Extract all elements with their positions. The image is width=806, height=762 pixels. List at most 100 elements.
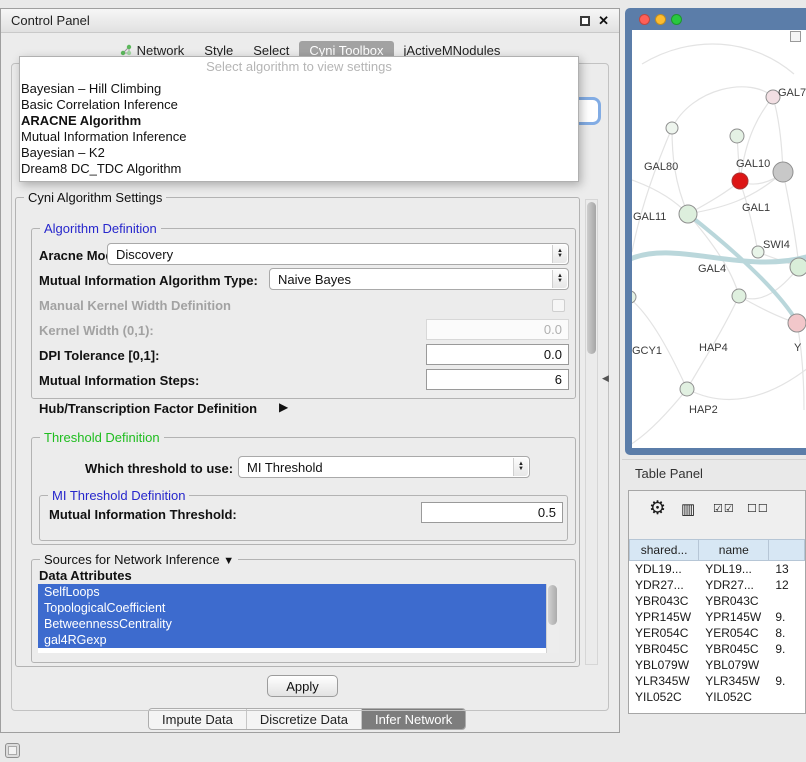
- data-attribute-item[interactable]: SelfLoops: [38, 584, 546, 600]
- network-node[interactable]: [788, 314, 806, 332]
- algorithm-option-dream8-dc-tdc-algorithm[interactable]: Dream8 DC_TDC Algorithm: [20, 161, 578, 177]
- algorithm-option-mutual-information-inference[interactable]: Mutual Information Inference: [20, 129, 578, 145]
- column-header-name[interactable]: name: [699, 539, 769, 561]
- table-row[interactable]: YBR045CYBR045C9.: [629, 641, 805, 657]
- table-cell[interactable]: 13: [769, 561, 805, 577]
- table-cell[interactable]: [769, 593, 805, 609]
- table-cell[interactable]: YBR045C: [699, 641, 769, 657]
- data-attribute-item[interactable]: BetweennessCentrality: [38, 616, 546, 632]
- table-cell[interactable]: YDR27...: [699, 577, 769, 593]
- bottom-tab-infer-network[interactable]: Infer Network: [361, 709, 465, 729]
- table-cell[interactable]: YBR043C: [699, 593, 769, 609]
- select-all-icon[interactable]: ☑☑: [713, 504, 735, 515]
- network-node[interactable]: [730, 129, 744, 143]
- network-edge[interactable]: [687, 368, 806, 400]
- network-node[interactable]: [679, 205, 697, 223]
- column-header-col-2[interactable]: [769, 539, 805, 561]
- table-cell[interactable]: YDL19...: [629, 561, 699, 577]
- table-cell[interactable]: 9.: [769, 609, 805, 625]
- settings-scrollbar[interactable]: [585, 199, 598, 665]
- splitter-collapse-icon[interactable]: ◀: [602, 373, 609, 384]
- control-panel-titlebar[interactable]: Control Panel ✕: [1, 9, 619, 33]
- scrollbar-thumb[interactable]: [548, 585, 557, 625]
- deselect-all-icon[interactable]: ☐☐: [747, 504, 769, 515]
- table-row[interactable]: YDL19...YDL19...13: [629, 561, 805, 577]
- bottom-tab-impute-data[interactable]: Impute Data: [149, 709, 246, 729]
- network-edge[interactable]: [632, 297, 687, 389]
- network-canvas-area[interactable]: GAL7GAL80GAL10GAL11GAL1SWI4GAL4GCY1HAP4Y…: [632, 30, 806, 448]
- table-row[interactable]: YLR345WYLR345W9.: [629, 673, 805, 689]
- network-edge[interactable]: [797, 323, 804, 410]
- algorithm-option-bayesian-hill-climbing[interactable]: Bayesian – Hill Climbing: [20, 81, 578, 97]
- mi-type-select[interactable]: Naive Bayes ▲▼: [269, 268, 569, 290]
- aracne-mode-select[interactable]: Discovery ▲▼: [107, 243, 569, 265]
- data-attribute-item[interactable]: TopologicalCoefficient: [38, 600, 546, 616]
- table-cell[interactable]: [769, 689, 805, 705]
- table-cell[interactable]: YIL052C: [629, 689, 699, 705]
- table-cell[interactable]: YDR27...: [629, 577, 699, 593]
- table-row[interactable]: YER054CYER054C8.: [629, 625, 805, 641]
- table-cell[interactable]: 9.: [769, 673, 805, 689]
- apply-button[interactable]: Apply: [267, 675, 338, 697]
- table-row[interactable]: YPR145WYPR145W9.: [629, 609, 805, 625]
- bottom-tab-discretize-data[interactable]: Discretize Data: [246, 709, 361, 729]
- table-cell[interactable]: YBR045C: [629, 641, 699, 657]
- table-cell[interactable]: YLR345W: [699, 673, 769, 689]
- network-node[interactable]: [632, 291, 636, 303]
- algorithm-option-basic-correlation-inference[interactable]: Basic Correlation Inference: [20, 97, 578, 113]
- table-row[interactable]: YBL079WYBL079W: [629, 657, 805, 673]
- network-node[interactable]: [732, 289, 746, 303]
- table-cell[interactable]: 9.: [769, 641, 805, 657]
- network-edge[interactable]: [642, 44, 794, 74]
- table-cell[interactable]: YDL19...: [699, 561, 769, 577]
- table-cell[interactable]: YBL079W: [629, 657, 699, 673]
- algorithm-option-aracne-algorithm[interactable]: ARACNE Algorithm: [20, 113, 578, 129]
- manual-kernel-checkbox[interactable]: [552, 299, 565, 312]
- column-view-icon[interactable]: ▥: [681, 502, 696, 517]
- table-row[interactable]: YDR27...YDR27...12: [629, 577, 805, 593]
- gear-icon[interactable]: ⚙: [649, 499, 667, 518]
- close-traffic-button[interactable]: [639, 14, 650, 25]
- data-attributes-list[interactable]: SelfLoopsTopologicalCoefficientBetweenne…: [38, 584, 559, 653]
- column-header-shared[interactable]: shared...: [629, 539, 699, 561]
- kernel-width-input[interactable]: [426, 319, 569, 340]
- table-cell[interactable]: YPR145W: [699, 609, 769, 625]
- table-cell[interactable]: YBL079W: [699, 657, 769, 673]
- network-edge[interactable]: [739, 267, 799, 299]
- zoom-traffic-button[interactable]: [671, 14, 682, 25]
- table-row[interactable]: YBR043CYBR043C: [629, 593, 805, 609]
- dpi-tolerance-input[interactable]: [426, 344, 569, 365]
- network-edge[interactable]: [773, 97, 783, 172]
- mi-steps-input[interactable]: [426, 369, 569, 390]
- network-edge[interactable]: [632, 180, 688, 214]
- float-window-icon[interactable]: [580, 16, 590, 26]
- algorithm-option-bayesian-k2[interactable]: Bayesian – K2: [20, 145, 578, 161]
- table-cell[interactable]: 12: [769, 577, 805, 593]
- data-attribute-item[interactable]: gal4RGexp: [38, 632, 546, 648]
- table-cell[interactable]: YER054C: [629, 625, 699, 641]
- attribute-list-scrollbar[interactable]: [546, 584, 559, 653]
- network-node[interactable]: [790, 258, 806, 276]
- table-cell[interactable]: 8.: [769, 625, 805, 641]
- table-cell[interactable]: [769, 657, 805, 673]
- network-edge[interactable]: [672, 87, 773, 128]
- table-cell[interactable]: YBR043C: [629, 593, 699, 609]
- network-node[interactable]: [773, 162, 793, 182]
- close-icon[interactable]: ✕: [598, 14, 609, 27]
- network-edge[interactable]: [632, 389, 687, 446]
- network-node[interactable]: [680, 382, 694, 396]
- network-node[interactable]: [666, 122, 678, 134]
- mi-threshold-input[interactable]: [421, 502, 563, 523]
- scrollbar-thumb[interactable]: [587, 202, 596, 354]
- network-graph[interactable]: GAL7GAL80GAL10GAL11GAL1SWI4GAL4GCY1HAP4Y…: [632, 30, 806, 448]
- minimize-traffic-button[interactable]: [655, 14, 666, 25]
- table-cell[interactable]: YIL052C: [699, 689, 769, 705]
- table-cell[interactable]: YPR145W: [629, 609, 699, 625]
- expand-arrow-icon[interactable]: ▶: [279, 400, 288, 414]
- network-edge[interactable]: [783, 172, 799, 267]
- panel-toggle-icon[interactable]: [5, 743, 20, 758]
- table-cell[interactable]: YER054C: [699, 625, 769, 641]
- network-edge[interactable]: [632, 128, 672, 252]
- collapse-triangle-icon[interactable]: ▼: [223, 555, 234, 567]
- table-cell[interactable]: YLR345W: [629, 673, 699, 689]
